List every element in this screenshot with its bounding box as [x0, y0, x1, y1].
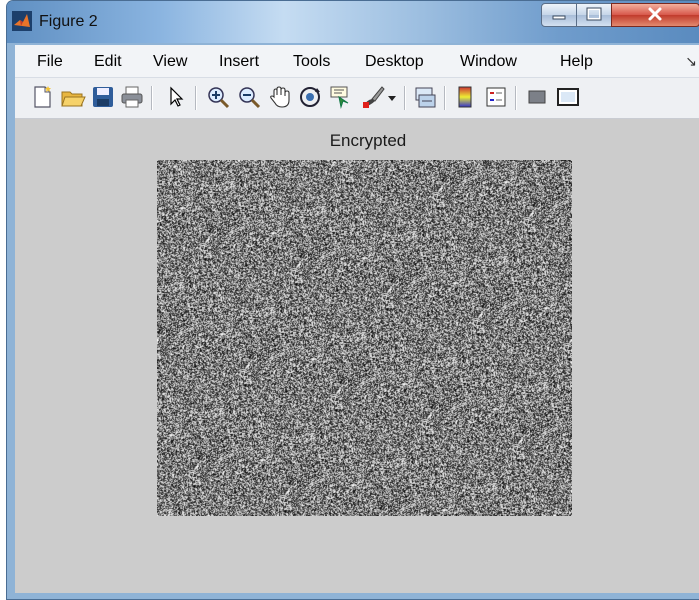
- figure-canvas: Encrypted: [15, 119, 699, 593]
- image-axes[interactable]: [157, 160, 572, 516]
- open-file-icon[interactable]: [60, 84, 86, 110]
- window-title: Figure 2: [39, 13, 98, 30]
- show-plot-tools-icon[interactable]: [555, 84, 581, 110]
- print-icon[interactable]: [119, 84, 145, 110]
- figure-window: Figure 2 File Edit View Insert Tools Des…: [6, 0, 699, 600]
- matlab-logo-icon: [12, 11, 32, 31]
- new-figure-icon[interactable]: [29, 84, 55, 110]
- figure-toolbar: [15, 78, 699, 119]
- zoom-in-icon[interactable]: [205, 84, 231, 110]
- menu-bar: File Edit View Insert Tools Desktop Wind…: [15, 45, 699, 78]
- pan-icon[interactable]: [267, 84, 293, 110]
- menu-desktop[interactable]: Desktop: [365, 53, 424, 71]
- brush-dropdown-icon[interactable]: [385, 84, 399, 110]
- minimize-button[interactable]: [541, 3, 577, 27]
- insert-colorbar-icon[interactable]: [452, 84, 478, 110]
- menu-window[interactable]: Window: [460, 53, 517, 71]
- title-bar[interactable]: Figure 2: [7, 1, 699, 43]
- plot-title: Encrypted: [329, 131, 407, 150]
- insert-legend-icon[interactable]: [483, 84, 509, 110]
- toolbar-separator: [195, 86, 197, 110]
- toolbar-separator: [151, 86, 153, 110]
- menu-view[interactable]: View: [153, 53, 187, 71]
- noise-image: [157, 160, 572, 516]
- close-button[interactable]: [611, 3, 699, 27]
- toolbar-separator: [404, 86, 406, 110]
- chevron-right-icon[interactable]: ↘: [685, 53, 697, 70]
- pointer-icon[interactable]: [163, 84, 189, 110]
- brush-icon[interactable]: [360, 84, 386, 110]
- data-cursor-icon[interactable]: [328, 84, 354, 110]
- toolbar-separator: [444, 86, 446, 110]
- rotate-3d-icon[interactable]: [297, 84, 323, 110]
- zoom-out-icon[interactable]: [236, 84, 262, 110]
- link-plot-icon[interactable]: [412, 84, 438, 110]
- hide-plot-tools-icon[interactable]: [524, 84, 550, 110]
- menu-file[interactable]: File: [37, 53, 63, 71]
- toolbar-separator: [515, 86, 517, 110]
- maximize-icon: [586, 7, 602, 21]
- maximize-button[interactable]: [576, 3, 612, 27]
- minimize-icon: [552, 15, 566, 20]
- close-icon: [648, 7, 662, 21]
- menu-edit[interactable]: Edit: [94, 53, 122, 71]
- menu-tools[interactable]: Tools: [293, 53, 330, 71]
- menu-help[interactable]: Help: [560, 53, 593, 71]
- menu-insert[interactable]: Insert: [219, 53, 259, 71]
- save-icon[interactable]: [90, 84, 116, 110]
